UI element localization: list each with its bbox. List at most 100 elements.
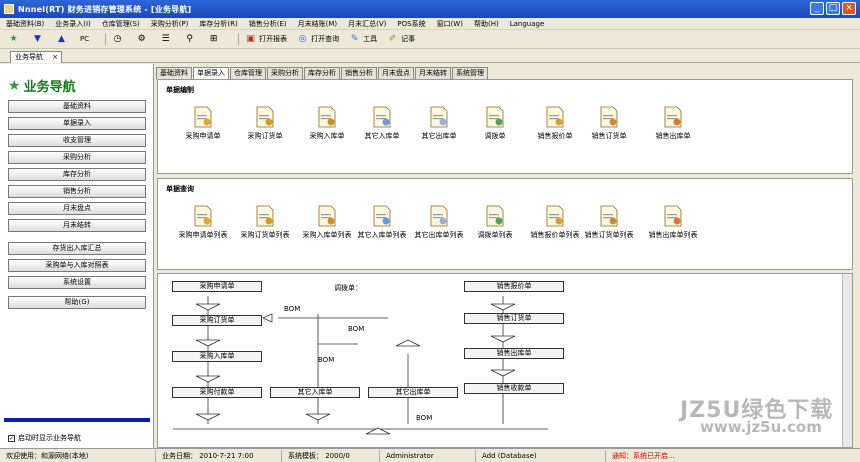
sales-order-list-button[interactable]: 销售订货单列表 (578, 205, 640, 240)
tab-sales[interactable]: 销售分析 (341, 67, 377, 79)
nav-button-entry[interactable]: 单据录入 (8, 117, 146, 130)
startup-checkbox-row[interactable]: ✓ 启动时显示业务导航 (8, 433, 81, 443)
up-button[interactable]: ▲ (56, 34, 70, 45)
flow-box-purchase-pay[interactable]: 采购付款单 (172, 387, 262, 398)
close-tab-icon[interactable]: × (52, 52, 58, 63)
transfer-list-button[interactable]: 调拨单列表 (464, 205, 526, 240)
sales-quote-list-button[interactable]: 销售报价单列表 (524, 205, 586, 240)
purchase-request-list-button[interactable]: 采购申请单列表 (172, 205, 234, 240)
sales-order-button[interactable]: 销售订货单 (578, 106, 640, 141)
menu-item-sales[interactable]: 销售分析(E) (249, 19, 287, 29)
sales-out-list-button[interactable]: 销售出库单列表 (642, 205, 704, 240)
icon-label: 采购入库单 (309, 132, 345, 140)
down-button[interactable]: ▼ (32, 34, 46, 45)
sales-quote-button[interactable]: 销售报价单 (524, 106, 586, 141)
nav-button-stock[interactable]: 库存分析 (8, 168, 146, 181)
nav-button-income[interactable]: 收支管理 (8, 134, 146, 147)
flow-box-sales-quote[interactable]: 销售报价单 (464, 281, 564, 292)
tab-entry[interactable]: 单据录入 (193, 67, 229, 79)
purchase-in-list-button[interactable]: 采购入库单列表 (296, 205, 358, 240)
icon-label: 销售订货单列表 (584, 231, 634, 239)
flow-box-sales-out[interactable]: 销售出库单 (464, 348, 564, 359)
query-panel: 单据查询 采购申请单列表 采购订货单列表 采购入库单列表 其它入库单列表 其它出库单列表… (157, 178, 853, 270)
list-button[interactable]: ☰ (160, 34, 174, 45)
query-panel-title: 单据查询 (166, 185, 194, 193)
minimize-button[interactable]: _ (810, 2, 824, 15)
other-out-button[interactable]: 其它出库单 (408, 106, 470, 141)
nav-title: ★ 业务导航 (8, 77, 76, 96)
title-bar: Nnnel(RT) 财务进销存管理系统 - [业务导航] _ □ × (0, 0, 860, 18)
menu-item-language[interactable]: Language (510, 20, 545, 28)
tools-icon: ✎ (350, 33, 359, 44)
nav-button-io-summary[interactable]: 存货出入库汇总 (8, 242, 146, 255)
tab-system[interactable]: 系统管理 (452, 67, 488, 79)
nav-button-month-end[interactable]: 月末结转 (8, 219, 146, 232)
icon-label: 其它出库单列表 (414, 231, 464, 239)
nav-button-basic[interactable]: 基础资料 (8, 100, 146, 113)
icon-label: 采购申请单列表 (178, 231, 228, 239)
pin-button[interactable]: ⚲ (184, 34, 198, 45)
purchase-order-button[interactable]: 采购订货单 (234, 106, 296, 141)
nav-button-help[interactable]: 帮助(G) (8, 296, 146, 309)
gear-button[interactable]: ⚙ (136, 34, 150, 45)
menu-item-stock[interactable]: 库存分析(R) (199, 19, 237, 29)
tab-basic[interactable]: 基础资料 (156, 67, 192, 79)
other-out-list-button[interactable]: 其它出库单列表 (408, 205, 470, 240)
clock-button[interactable]: ◷ (112, 34, 126, 45)
icon-label: 销售报价单 (537, 132, 573, 140)
menu-item-window[interactable]: 窗口(W) (437, 19, 463, 29)
tab-stock[interactable]: 库存分析 (304, 67, 340, 79)
pc-button[interactable]: PC (80, 35, 89, 43)
menu-item-pos[interactable]: POS系统 (397, 19, 425, 29)
nav-button-purchase[interactable]: 采购分析 (8, 151, 146, 164)
startup-checkbox[interactable]: ✓ (8, 434, 15, 442)
vertical-scrollbar[interactable] (842, 274, 852, 447)
arrow-up-icon: ▲ (58, 33, 65, 44)
purchase-request-button[interactable]: 采购申请单 (172, 106, 234, 141)
menu-item-summary[interactable]: 月末汇总(V) (348, 19, 386, 29)
document-icon (545, 106, 565, 128)
open-query-button[interactable]: ◎ 打开查询 (297, 34, 339, 45)
menu-item-purchase[interactable]: 采购分析(P) (151, 19, 189, 29)
flow-box-other-out[interactable]: 其它出库单 (368, 387, 458, 398)
maximize-button[interactable]: □ (826, 2, 840, 15)
nav-button-settings[interactable]: 系统设置 (8, 276, 146, 289)
other-in-list-button[interactable]: 其它入库单列表 (351, 205, 413, 240)
nav-button-compare[interactable]: 采购单与入库对照表 (8, 259, 146, 272)
purchase-order-list-button[interactable]: 采购订货单列表 (234, 205, 296, 240)
flow-box-other-in[interactable]: 其它入库单 (270, 387, 360, 398)
other-in-button[interactable]: 其它入库单 (351, 106, 413, 141)
nav-button-sales[interactable]: 销售分析 (8, 185, 146, 198)
flow-box-purchase-order[interactable]: 采购订货单 (172, 315, 262, 326)
menu-item-warehouse[interactable]: 仓库管理(S) (102, 19, 140, 29)
flow-box-purchase-in[interactable]: 采购入库单 (172, 351, 262, 362)
menu-item-entry[interactable]: 业务录入(I) (55, 19, 91, 29)
transfer-button[interactable]: 调拨单 (464, 106, 526, 141)
tab-inventory[interactable]: 月末盘点 (378, 67, 414, 79)
transfer-label: 调拨单： (334, 284, 362, 292)
document-icon (255, 205, 275, 227)
notes-button[interactable]: ✐ 记事 (387, 34, 415, 45)
tab-month-end[interactable]: 月末结转 (415, 67, 451, 79)
purchase-in-button[interactable]: 采购入库单 (296, 106, 358, 141)
menu-item-basic[interactable]: 基础资料(B) (6, 19, 44, 29)
close-button[interactable]: × (842, 2, 856, 15)
arrow-down-icon: ▼ (34, 33, 41, 44)
tab-business-nav[interactable]: 业务导航 × (10, 51, 62, 63)
menu-item-help[interactable]: 帮助(H) (474, 19, 499, 29)
menu-item-month-end[interactable]: 月末结账(M) (298, 19, 338, 29)
sales-out-button[interactable]: 销售出库单 (642, 106, 704, 141)
flow-box-sales-receipt[interactable]: 销售收款单 (464, 383, 564, 394)
tab-warehouse[interactable]: 仓库管理 (230, 67, 266, 79)
flow-box-sales-order[interactable]: 销售订货单 (464, 313, 564, 324)
flow-box-purchase-request[interactable]: 采购申请单 (172, 281, 262, 292)
tools-button[interactable]: ✎ 工具 (349, 34, 377, 45)
calc-button[interactable]: ⊞ (208, 34, 222, 45)
nav-button-inventory[interactable]: 月末盘点 (8, 202, 146, 215)
document-icon (372, 205, 392, 227)
status-bar: 欢迎使用：和源网络(本地) 业务日期： 2010-7-21 7:00 系统模板：… (0, 448, 860, 462)
tab-purchase[interactable]: 采购分析 (267, 67, 303, 79)
open-report-button[interactable]: ▣ 打开报表 (245, 34, 287, 45)
status-notice: 通知：系统已开启... (612, 451, 675, 460)
star-button[interactable]: ★ (8, 34, 22, 45)
